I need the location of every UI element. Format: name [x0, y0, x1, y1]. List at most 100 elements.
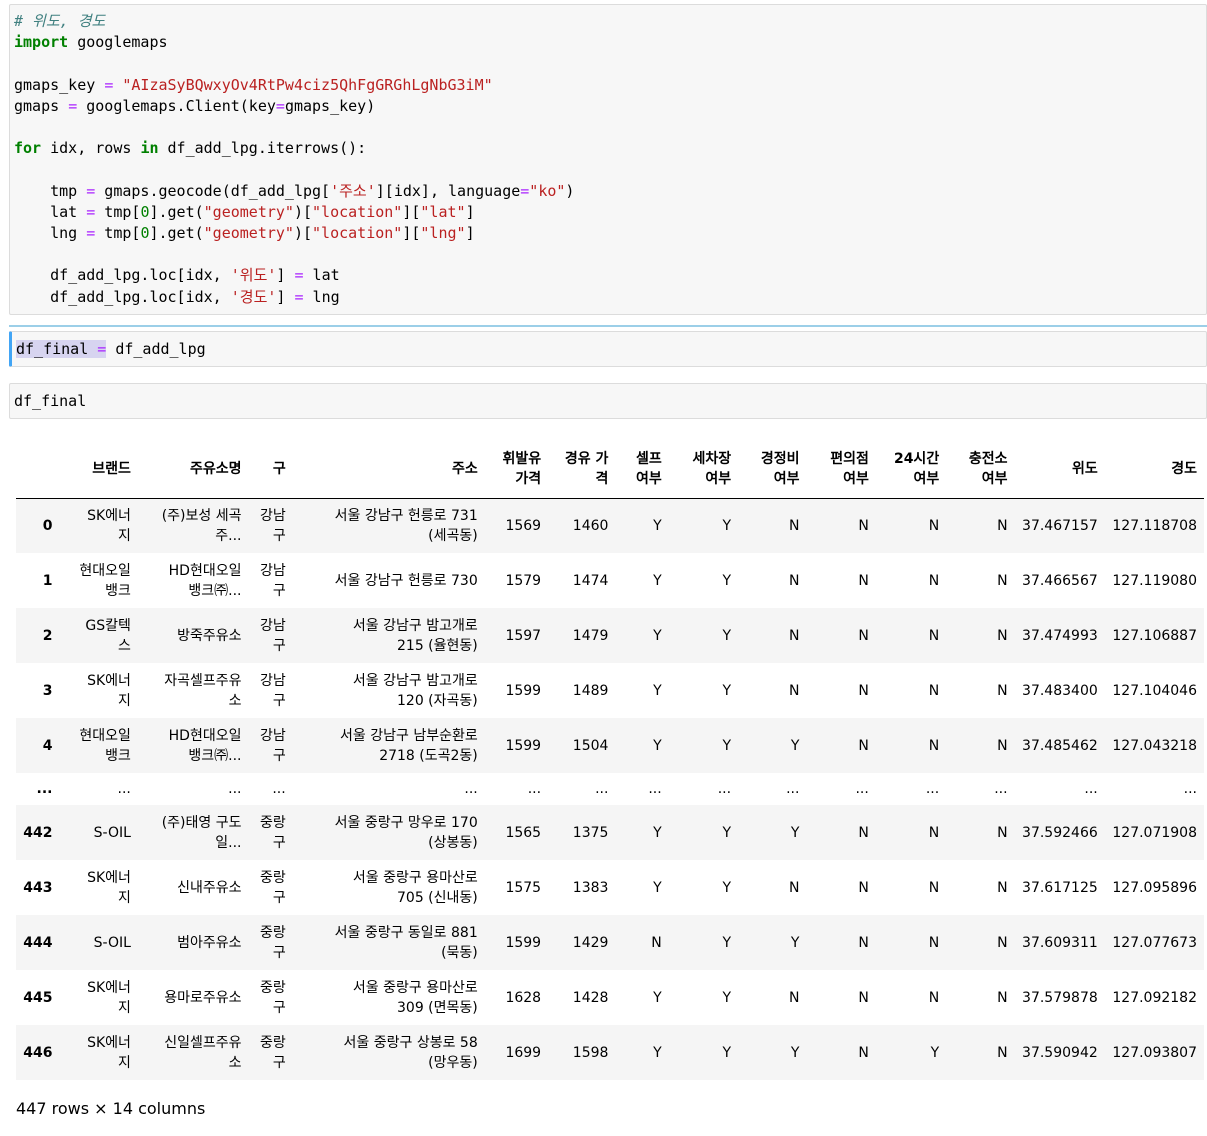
table-cell: ... — [137, 773, 249, 805]
table-cell: 중랑 구 — [259, 979, 286, 1016]
table-cell: S-OIL — [59, 915, 138, 970]
table-cell: N — [738, 608, 807, 663]
table-cell: 신일셀프주유 소 — [137, 1025, 249, 1080]
table-cell: N — [806, 805, 876, 860]
table-cell: 127.077673 — [1104, 915, 1204, 970]
table-cell: 현대오일 뱅크 — [79, 562, 131, 599]
code-token: ].get( — [149, 202, 204, 221]
row-index: 4 — [16, 718, 60, 773]
table-cell: 강남 구 — [248, 718, 293, 773]
column-header: 위도 — [1014, 440, 1105, 499]
code-token: ] — [276, 266, 295, 285]
code-token: )[ — [293, 224, 313, 243]
table-cell: 서울 강남구 남부순환로 2718 (도곡2동) — [292, 718, 485, 773]
code-cell-assign[interactable]: df_final = df_add_lpg — [9, 331, 1207, 367]
column-header: 충전소 여부 — [946, 440, 1015, 499]
table-cell: Y — [653, 572, 662, 589]
code-token: "geometry" — [203, 224, 294, 243]
table-cell: N — [806, 608, 876, 663]
table-cell: N — [946, 915, 1015, 970]
row-index: 0 — [16, 498, 60, 553]
code-token: ] — [465, 224, 475, 243]
column-header: 경정비 여부 — [738, 440, 807, 499]
table-row: 442 S-OIL (주)태영 구도 일... 중랑 구 서울 중랑구 망우로 170 … — [16, 805, 1204, 860]
table-cell: N — [806, 915, 876, 970]
table-cell: ... — [292, 773, 485, 805]
code-token: tmp[ — [95, 202, 141, 221]
table-cell: 127.071908 — [1104, 805, 1204, 860]
code-token: googlemaps — [68, 33, 168, 52]
code-editor[interactable]: df_final — [10, 384, 1206, 412]
code-line: df_final — [14, 391, 1206, 412]
table-cell: 1569 — [484, 498, 549, 553]
column-header: 경유 가 격 — [548, 440, 616, 499]
code-line: df_final = df_add_lpg — [16, 339, 1206, 360]
table-cell: Y — [653, 879, 662, 896]
code-editor[interactable]: df_final = df_add_lpg — [12, 332, 1206, 360]
code-cell-display[interactable]: df_final — [9, 383, 1207, 419]
table-cell: 중랑 구 — [248, 805, 293, 860]
table-cell: 37.579878 — [1022, 989, 1098, 1006]
table-cell: ... — [738, 773, 807, 805]
table-cell: 1699 — [484, 1025, 549, 1080]
code-token: = — [86, 224, 96, 243]
table-cell: N — [928, 989, 940, 1006]
table-cell: Y — [722, 989, 732, 1006]
table-cell: 서울 중랑구 용마산로 309 (면목동) — [352, 979, 478, 1016]
code-cell-geocode[interactable]: # 위도, 경도 import googlemaps gmaps_key = "A… — [9, 4, 1207, 315]
table-cell: 1489 — [572, 682, 609, 699]
code-token: gmaps — [14, 96, 69, 115]
table-cell: 37.485462 — [1014, 718, 1105, 773]
table-cell: 범아주유소 — [137, 915, 249, 970]
table-cell: N — [875, 915, 947, 970]
code-token: df_add_lpg.iterrows(): — [158, 139, 367, 158]
column-header: 브랜드 — [59, 440, 138, 499]
table-cell: 현대오일 뱅크 — [59, 718, 138, 773]
table-cell: Y — [615, 608, 669, 663]
table-cell: 1599 — [484, 915, 549, 970]
table-cell: 37.617125 — [1022, 879, 1098, 896]
table-cell: SK에너 지 — [59, 1025, 138, 1080]
table-cell: Y — [668, 805, 739, 860]
table-cell: 1429 — [548, 915, 616, 970]
table-row: 4 현대오일 뱅크 HD현대오일 뱅크㈜... 강남 구 서울 강남구 남부순환로 27… — [16, 718, 1204, 773]
code-token: '주소' — [330, 181, 376, 200]
code-token: ][idx], language — [375, 181, 521, 200]
row-index: ... — [16, 773, 60, 805]
table-cell: N — [928, 572, 940, 589]
table-cell: Y — [722, 879, 732, 896]
table-cell: SK에너 지 — [59, 498, 138, 553]
table-cell: N — [997, 879, 1008, 896]
table-cell: 1375 — [548, 805, 616, 860]
table-cell: ... — [1014, 773, 1105, 805]
table-cell: 37.590942 — [1014, 1025, 1105, 1080]
table-cell: 37.474993 — [1014, 608, 1105, 663]
table-row: 2 GS칼텍 스 방죽주유소 강남 구 서울 강남구 밤고개로 215 (율현동) 159… — [16, 608, 1204, 663]
table-cell: 127.119080 — [1112, 572, 1197, 589]
table-cell: 1599 — [505, 682, 542, 699]
row-index: 445 — [23, 989, 53, 1006]
code-token: gmaps_key) — [284, 96, 376, 115]
table-cell: N — [928, 682, 940, 699]
code-token: ] — [276, 287, 295, 306]
code-line: df_add_lpg.loc[idx, '위도'] = lat — [14, 265, 1206, 286]
table-cell: 중랑 구 — [248, 1025, 293, 1080]
table-cell: ... — [248, 773, 293, 805]
table-cell: N — [806, 498, 876, 553]
table-cell: (주)보성 세곡 주... — [137, 498, 249, 553]
code-token: "lat" — [420, 202, 466, 221]
table-cell: N — [806, 718, 876, 773]
table-cell: N — [788, 879, 800, 896]
table-cell: N — [946, 498, 1015, 553]
code-token: "ko" — [529, 181, 566, 200]
table-cell: Y — [668, 1025, 739, 1080]
table-cell: N — [858, 989, 869, 1006]
table-cell: 강남 구 — [259, 672, 286, 709]
code-token: tmp — [14, 181, 87, 200]
column-header — [16, 440, 60, 499]
code-token: = — [520, 181, 530, 200]
table-cell: 1383 — [572, 879, 609, 896]
table-cell: N — [946, 718, 1015, 773]
code-token: "location" — [312, 224, 403, 243]
code-editor[interactable]: # 위도, 경도 import googlemaps gmaps_key = "A… — [10, 5, 1206, 308]
